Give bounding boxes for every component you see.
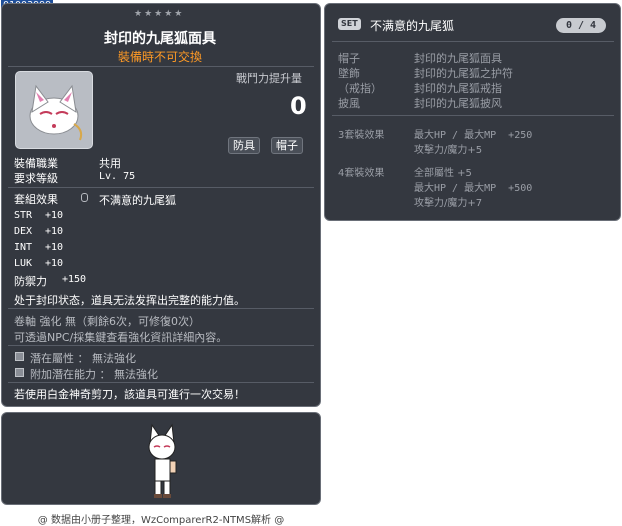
req-job-value: 共用 xyxy=(99,157,121,170)
footer-credit: @ 数据由小册子整理，WzComparerR2-NTMS解析 @ xyxy=(37,515,285,526)
set-effect-line: 攻擊力/魔力+7 xyxy=(414,198,483,209)
potential-icon xyxy=(15,352,24,361)
sealed-note: 处于封印状态，道具无法发挥出完整的能力值。 xyxy=(14,294,245,307)
tag-hat: 帽子 xyxy=(271,137,303,154)
power-increase-label: 戰鬥力提升量 xyxy=(236,72,302,85)
character-avatar xyxy=(148,423,177,498)
set-item-name: 封印的九尾狐戒指 xyxy=(414,82,502,95)
stat-name-int: INT xyxy=(14,242,33,253)
divider xyxy=(8,308,314,309)
req-level-label: 要求等級 xyxy=(14,172,58,185)
divider xyxy=(8,345,314,346)
set-effect-value: 不满意的九尾狐 xyxy=(99,194,176,207)
potential-status: 潛在屬性 ： 無法強化 xyxy=(30,352,136,365)
set-name: 不满意的九尾狐 xyxy=(370,19,455,33)
set-effect-line: 最大HP / 最大MP +250 xyxy=(414,130,533,141)
item-icon-frame xyxy=(15,71,93,149)
stat-name-dex: DEX xyxy=(14,226,33,237)
set-item-category: （戒指） xyxy=(338,82,382,95)
set-count: 0 / 4 xyxy=(556,18,606,33)
divider xyxy=(8,187,314,188)
set-item-name: 封印的九尾狐之护符 xyxy=(414,67,513,80)
req-level-value: Lv. 75 xyxy=(99,171,136,182)
stat-value-dex: +10 xyxy=(45,226,64,237)
set-effect-line: 攻擊力/魔力+5 xyxy=(414,145,483,156)
set-item-name: 封印的九尾狐面具 xyxy=(414,52,502,65)
set-item-category: 墜飾 xyxy=(338,67,360,80)
set-effect-label: 套組效果 xyxy=(14,193,58,206)
scroll-info: 卷軸 強化 無（剩餘6次，可修復0次） xyxy=(14,315,200,328)
defense-value: +150 xyxy=(62,274,87,285)
set-effect-line: 最大HP / 最大MP +500 xyxy=(414,183,533,194)
set-effect-line: 全部屬性 +5 xyxy=(414,168,472,179)
stat-value-int: +10 xyxy=(45,242,64,253)
tag-armor: 防具 xyxy=(228,137,260,154)
stat-name-str: STR xyxy=(14,210,33,221)
power-increase-value: 0 xyxy=(290,92,307,120)
stat-value-str: +10 xyxy=(45,210,64,221)
scissors-note: 若使用白金神奇剪刀，該道具可進行一次交易！ xyxy=(14,388,245,401)
set-effect-tier-label: 3套裝效果 xyxy=(338,130,385,141)
trade-restriction-note: 裝備時不可交換 xyxy=(117,50,202,64)
additional-potential-icon xyxy=(15,368,24,377)
set-item-category: 帽子 xyxy=(338,52,360,65)
set-item-name: 封印的九尾狐披风 xyxy=(414,97,502,110)
stat-value-luk: +10 xyxy=(45,258,64,269)
set-badge: SET xyxy=(338,18,361,30)
lock-icon xyxy=(81,193,88,202)
req-job-label: 裝備職業 xyxy=(14,157,58,170)
scroll-hint: 可透過NPC/採集鍵查看強化資訊詳細內容。 xyxy=(14,331,228,344)
divider xyxy=(8,66,314,67)
stat-name-luk: LUK xyxy=(14,258,33,269)
star-rating: ★★★★★ xyxy=(134,9,185,19)
defense-label: 防禦力 xyxy=(14,275,47,288)
divider xyxy=(8,382,314,383)
divider xyxy=(332,115,614,116)
set-item-category: 披風 xyxy=(338,97,360,110)
divider xyxy=(332,41,614,42)
item-title: 封印的九尾狐面具 xyxy=(104,31,216,47)
fox-mask-icon xyxy=(29,84,83,141)
character-preview-panel xyxy=(1,412,321,505)
set-effect-tier-label: 4套裝效果 xyxy=(338,168,385,179)
additional-potential-status: 附加潛在能力 ： 無法強化 xyxy=(30,368,158,381)
